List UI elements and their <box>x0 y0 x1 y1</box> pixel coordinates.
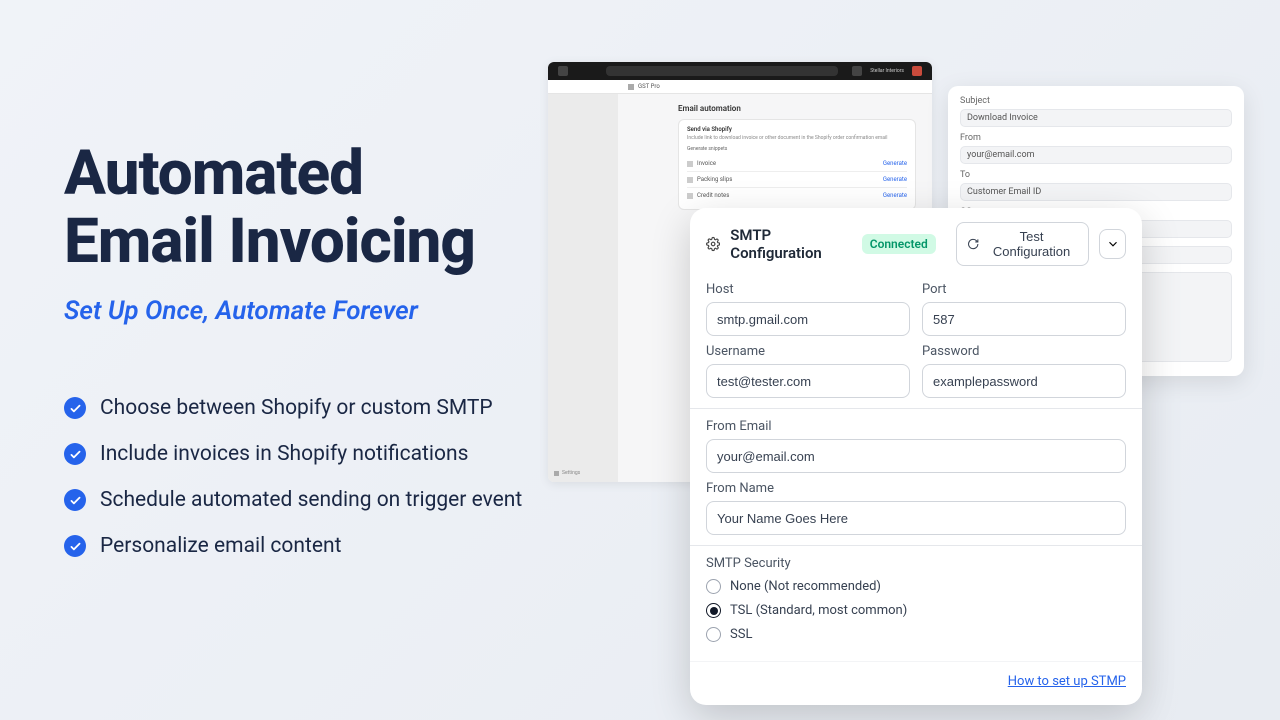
password-input[interactable] <box>922 364 1126 398</box>
from-value: your@email.com <box>967 150 1034 160</box>
radio-label: None (Not recommended) <box>730 579 881 594</box>
smtp-config-card: SMTP Configuration Connected Test Config… <box>690 208 1142 705</box>
password-label: Password <box>922 344 1126 359</box>
app-name: GST Pro <box>638 83 660 90</box>
from-name-input[interactable] <box>706 501 1126 535</box>
port-label: Port <box>922 282 1126 297</box>
feature-item: Choose between Shopify or custom SMTP <box>64 396 604 420</box>
username-label: Username <box>706 344 910 359</box>
row-label: Packing slips <box>697 176 732 183</box>
admin-search <box>606 66 838 76</box>
notif-icon <box>852 66 862 76</box>
gear-icon <box>706 236 720 252</box>
feature-list: Choose between Shopify or custom SMTP In… <box>64 396 604 558</box>
security-title: SMTP Security <box>706 556 1126 571</box>
chevron-down-icon <box>1106 237 1120 251</box>
from-email-label: From Email <box>706 419 1126 434</box>
from-label: From <box>960 133 1232 143</box>
check-icon <box>64 535 86 557</box>
to-label: To <box>960 170 1232 180</box>
host-input[interactable] <box>706 302 910 336</box>
feature-item: Include invoices in Shopify notification… <box>64 442 604 466</box>
card-desc: Include link to download invoice or othe… <box>687 135 907 141</box>
generate-link[interactable]: Generate <box>883 192 907 199</box>
generate-link[interactable]: Generate <box>883 176 907 183</box>
generate-link[interactable]: Generate <box>883 160 907 167</box>
row-label: Credit notes <box>697 192 729 199</box>
refresh-icon <box>967 237 979 251</box>
search-icon <box>558 66 568 76</box>
card-title: Send via Shopify <box>687 126 907 133</box>
from-email-input[interactable] <box>706 439 1126 473</box>
row-label: Invoice <box>697 160 716 167</box>
security-option-none[interactable]: None (Not recommended) <box>706 579 1126 594</box>
doc-icon <box>687 193 693 199</box>
avatar <box>912 66 922 76</box>
feature-text: Personalize email content <box>100 534 341 558</box>
hero-title-line1: Automated <box>64 137 363 210</box>
doc-icon <box>687 177 693 183</box>
to-input[interactable]: Customer Email ID <box>960 183 1232 201</box>
section-title: Email automation <box>678 104 916 113</box>
smtp-title: SMTP Configuration <box>730 226 851 262</box>
subject-value: Download Invoice <box>967 113 1038 123</box>
hero-title-line2: Email Invoicing <box>64 205 475 278</box>
check-icon <box>64 489 86 511</box>
hero-subtitle: Set Up Once, Automate Forever <box>64 296 604 326</box>
security-option-ssl[interactable]: SSL <box>706 627 1126 642</box>
radio-icon <box>706 579 721 594</box>
help-link[interactable]: How to set up STMP <box>1008 674 1126 689</box>
gear-icon <box>554 471 559 476</box>
feature-text: Schedule automated sending on trigger ev… <box>100 488 522 512</box>
check-icon <box>64 443 86 465</box>
admin-sidebar: Settings <box>548 94 618 482</box>
host-label: Host <box>706 282 910 297</box>
store-name: Stellar Interiors <box>870 68 904 74</box>
port-input[interactable] <box>922 302 1126 336</box>
security-option-tsl[interactable]: TSL (Standard, most common) <box>706 603 1126 618</box>
subject-label: Subject <box>960 96 1232 106</box>
radio-label: TSL (Standard, most common) <box>730 603 907 618</box>
feature-item: Personalize email content <box>64 534 604 558</box>
settings-link: Settings <box>562 470 580 476</box>
radio-icon <box>706 627 721 642</box>
subject-input[interactable]: Download Invoice <box>960 109 1232 127</box>
from-name-label: From Name <box>706 481 1126 496</box>
doc-icon <box>687 161 693 167</box>
username-input[interactable] <box>706 364 910 398</box>
feature-text: Choose between Shopify or custom SMTP <box>100 396 493 420</box>
from-input[interactable]: your@email.com <box>960 146 1232 164</box>
feature-text: Include invoices in Shopify notification… <box>100 442 468 466</box>
radio-label: SSL <box>730 627 752 642</box>
test-button-label: Test Configuration <box>985 229 1078 259</box>
radio-icon <box>706 603 721 618</box>
feature-item: Schedule automated sending on trigger ev… <box>64 488 604 512</box>
test-configuration-button[interactable]: Test Configuration <box>956 222 1089 266</box>
app-icon <box>628 84 634 90</box>
to-value: Customer Email ID <box>967 187 1041 197</box>
status-badge: Connected <box>862 234 936 254</box>
send-via-shopify-card: Send via Shopify Include link to downloa… <box>678 119 916 210</box>
card-sub: Generate snippets <box>687 146 907 152</box>
expand-button[interactable] <box>1099 229 1126 259</box>
check-icon <box>64 397 86 419</box>
